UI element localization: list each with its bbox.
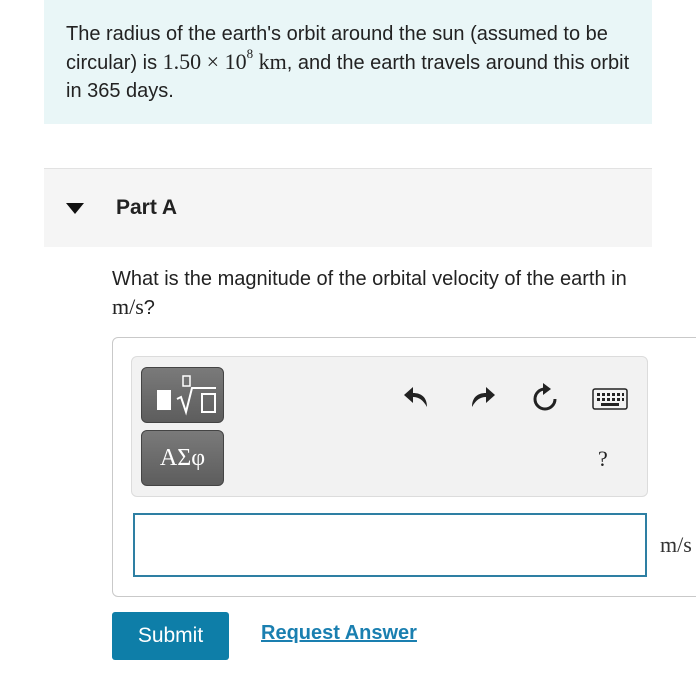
answer-input[interactable] — [133, 513, 647, 577]
submit-button[interactable]: Submit — [112, 612, 229, 660]
request-answer-link[interactable]: Request Answer — [261, 622, 417, 645]
templates-button[interactable] — [141, 367, 224, 423]
radius-exponent: 8 — [246, 46, 254, 61]
problem-statement: The radius of the earth's orbit around t… — [44, 0, 652, 124]
question-unit: m/s — [112, 294, 144, 319]
reset-icon[interactable] — [530, 382, 560, 414]
radius-base: 10 — [224, 49, 247, 74]
help-button[interactable]: ? — [598, 446, 608, 472]
question-text: What is the magnitude of the orbital vel… — [112, 266, 672, 322]
undo-icon[interactable] — [402, 383, 432, 411]
part-title[interactable]: Part A — [116, 196, 177, 220]
templates-sqrt-icon — [157, 375, 216, 416]
keyboard-icon[interactable] — [592, 388, 628, 410]
question-mark: ? — [143, 297, 155, 319]
radius-unit: km — [258, 49, 287, 74]
question-body: What is the magnitude of the orbital vel… — [112, 268, 627, 290]
greek-symbols-button[interactable]: ΑΣφ — [141, 430, 224, 486]
redo-icon[interactable] — [467, 383, 497, 411]
answer-unit: m/s — [660, 532, 692, 557]
radius-value: 1.50 × 108 km — [162, 46, 287, 74]
radius-coefficient: 1.50 — [162, 49, 202, 74]
times-symbol: × — [206, 49, 220, 74]
collapse-triangle-icon[interactable] — [66, 203, 84, 214]
